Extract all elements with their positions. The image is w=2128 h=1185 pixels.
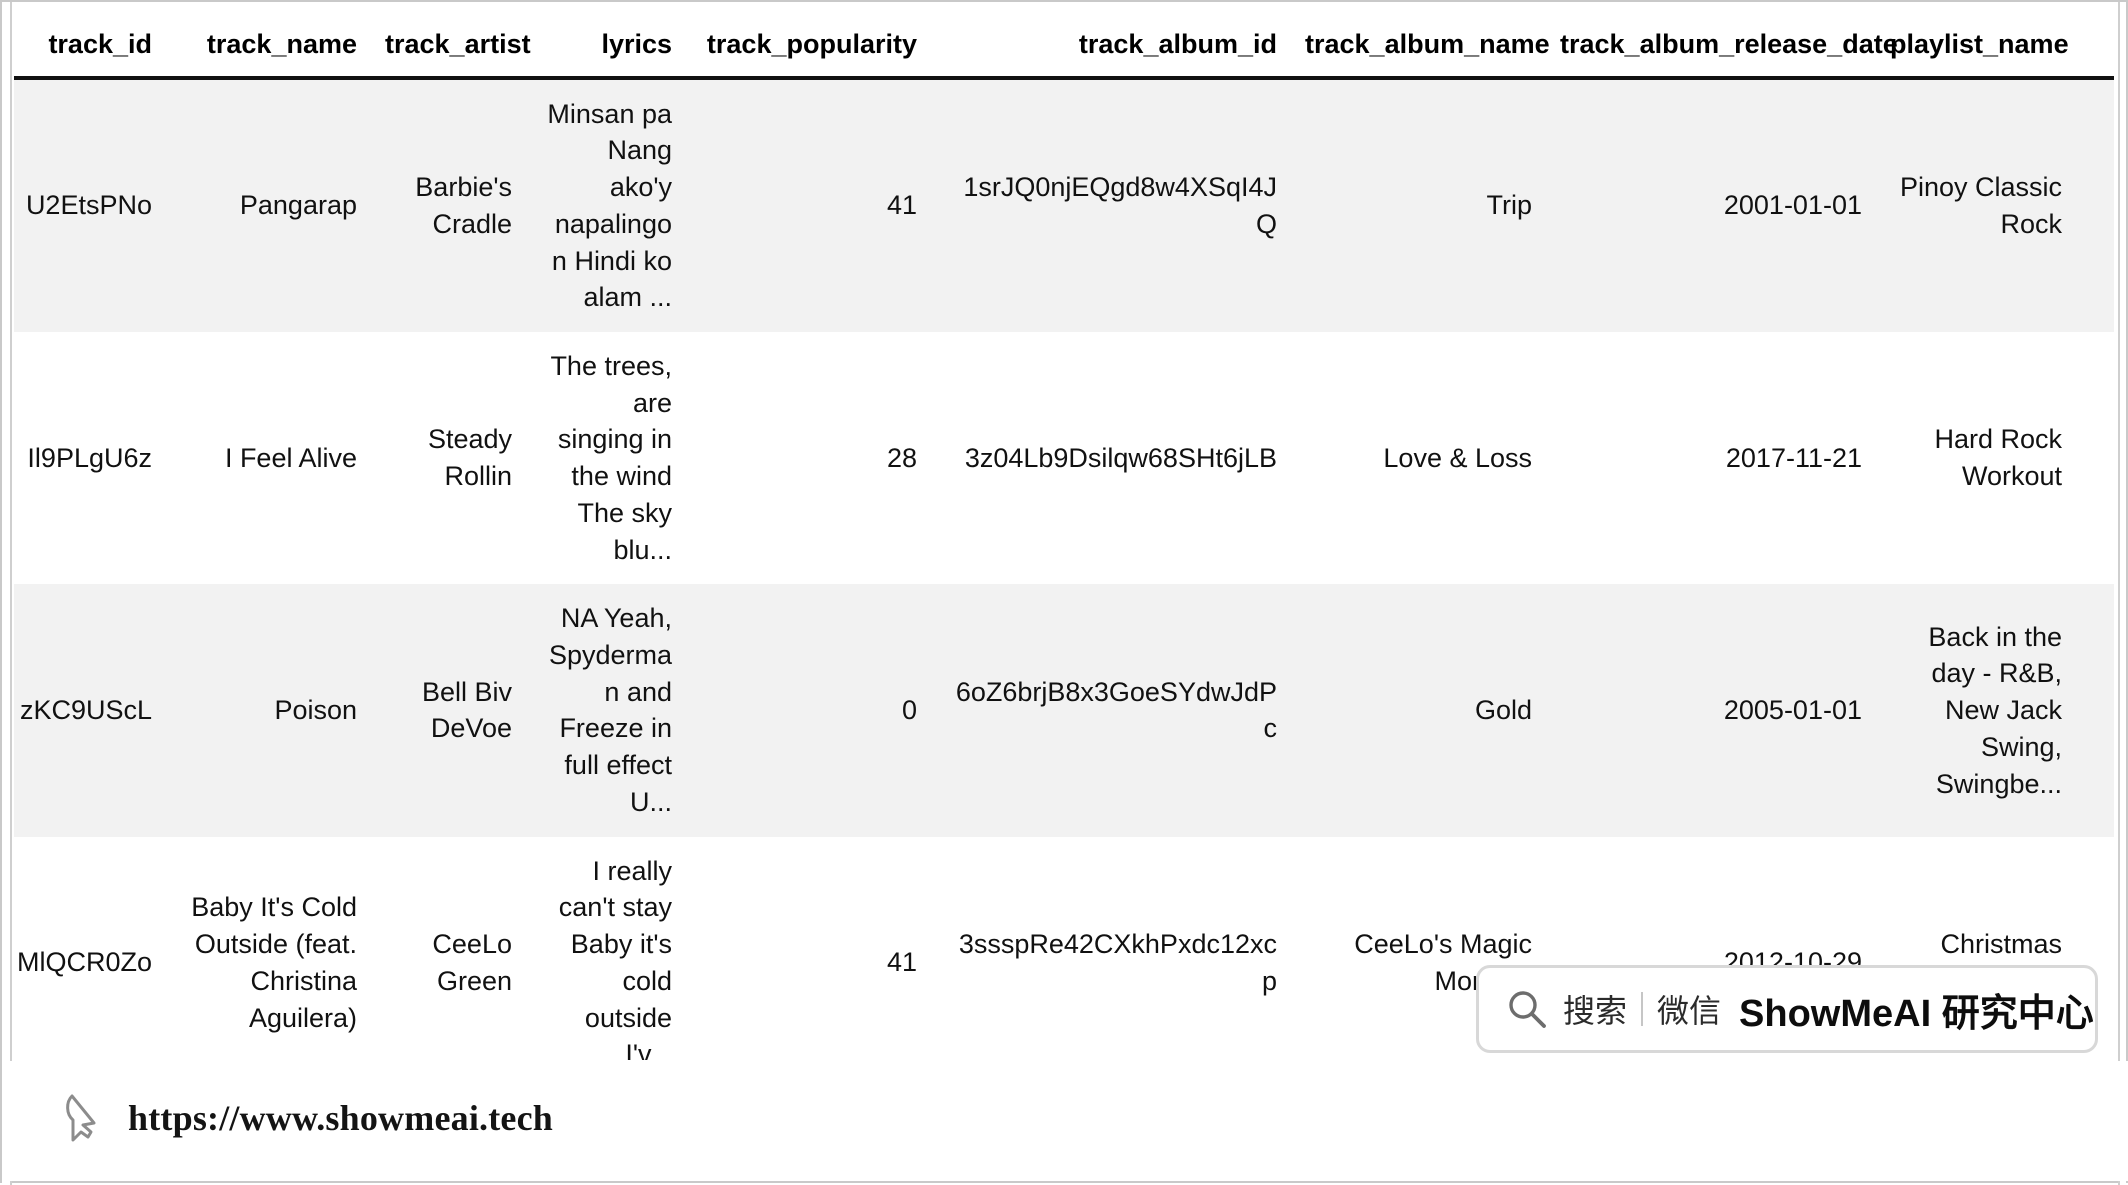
cell-track-id: zKC9UScL xyxy=(14,584,166,837)
pill-divider xyxy=(1641,992,1644,1026)
column-header-lyrics[interactable]: lyrics xyxy=(526,30,686,80)
search-pill[interactable]: 搜索 微信 ShowMeAI 研究中心 xyxy=(1476,965,2098,1053)
cell-track-popularity: 41 xyxy=(686,77,931,332)
dataframe-viewport[interactable]: track_id track_name track_artist lyrics … xyxy=(14,30,2114,1060)
cell-track-album-release-date: 2017-11-21 xyxy=(1546,332,1876,585)
cell-track-popularity: 41 xyxy=(686,836,931,1060)
cell-track-popularity: 0 xyxy=(686,584,931,837)
column-header-track-album-release-date[interactable]: track_album_release_date xyxy=(1546,30,1898,80)
cell-track-album-name: Love & Loss xyxy=(1291,332,1546,585)
column-header-playlist-name[interactable]: playlist_name xyxy=(1876,30,2076,80)
cell-track-name: Poison xyxy=(166,584,371,837)
cell-track-album-id: 1srJQ0njEQgd8w4XSqI4JQ xyxy=(931,77,1291,332)
cell-track-name: Pangarap xyxy=(166,77,371,332)
cell-track-name: Baby It's Cold Outside (feat. Christina … xyxy=(166,836,371,1060)
search-icon xyxy=(1505,987,1549,1031)
table-row[interactable]: U2EtsPNo Pangarap Barbie's Cradle Minsan… xyxy=(14,77,2114,332)
column-header-track-id[interactable]: track_id xyxy=(14,30,166,80)
page-right-edge xyxy=(2118,2,2126,1185)
pill-brand-name: ShowMeAI 研究中心 xyxy=(1739,992,2094,1035)
cell-track-artist: Barbie's Cradle xyxy=(371,77,526,332)
page-left-edge xyxy=(2,2,12,1185)
page-frame: track_id track_name track_artist lyrics … xyxy=(0,0,2128,1185)
search-label: 搜索 xyxy=(1563,993,1628,1029)
cell-lyrics: Minsan pa Nang ako'y napalingon Hindi ko… xyxy=(526,77,686,332)
cursor-icon xyxy=(64,1092,110,1144)
cell-playlist-name: Hard Rock Workout xyxy=(1876,332,2076,585)
column-header-track-artist[interactable]: track_artist xyxy=(371,30,531,80)
cell-playlist-id: 37i9dQZF1 xyxy=(2076,77,2114,332)
header-row: track_id track_name track_artist lyrics … xyxy=(14,30,2114,80)
brand-watermark: https://www.showmeai.tech xyxy=(64,1092,553,1144)
column-header-track-album-name[interactable]: track_album_name xyxy=(1291,30,1550,80)
brand-url[interactable]: https://www.showmeai.tech xyxy=(128,1097,553,1139)
cell-track-album-release-date: 2005-01-01 xyxy=(1546,584,1876,837)
cell-playlist-name: Back in the day - R&B, New Jack Swing, S… xyxy=(1876,584,2076,837)
column-header-track-album-id[interactable]: track_album_id xyxy=(931,30,1291,80)
table-body: U2EtsPNo Pangarap Barbie's Cradle Minsan… xyxy=(14,77,2114,1060)
cell-track-album-name: Trip xyxy=(1291,77,1546,332)
cell-playlist-id: 3a9y4eeC xyxy=(2076,584,2114,837)
cell-track-album-release-date: 2001-01-01 xyxy=(1546,77,1876,332)
cell-track-album-id: 3z04Lb9Dsilqw68SHt6jLB xyxy=(931,332,1291,585)
cell-lyrics: I really can't stay Baby it's cold outsi… xyxy=(526,836,686,1060)
cell-track-album-id: 6oZ6brjB8x3GoeSYdwJdPc xyxy=(931,584,1291,837)
cell-lyrics: The trees, are singing in the wind The s… xyxy=(526,332,686,585)
cell-track-id: Il9PLgU6z xyxy=(14,332,166,585)
column-header-playlist-id[interactable] xyxy=(2076,30,2114,80)
cell-track-album-id: 3ssspRe42CXkhPxdc12xcp xyxy=(931,836,1291,1060)
cell-track-popularity: 28 xyxy=(686,332,931,585)
cell-track-album-name: Gold xyxy=(1291,584,1546,837)
table-row[interactable]: zKC9UScL Poison Bell Biv DeVoe NA Yeah, … xyxy=(14,584,2114,837)
column-header-track-name[interactable]: track_name xyxy=(166,30,371,80)
cell-playlist-id: 3YouF0 xyxy=(2076,332,2114,585)
cell-playlist-name: Pinoy Classic Rock xyxy=(1876,77,2076,332)
cell-track-id: MlQCR0Zo xyxy=(14,836,166,1060)
wechat-label: 微信 xyxy=(1657,993,1722,1029)
table-row[interactable]: Il9PLgU6z I Feel Alive Steady Rollin The… xyxy=(14,332,2114,585)
cell-track-artist: Steady Rollin xyxy=(371,332,526,585)
cell-track-artist: Bell Biv DeVoe xyxy=(371,584,526,837)
cell-track-id: U2EtsPNo xyxy=(14,77,166,332)
cell-track-artist: CeeLo Green xyxy=(371,836,526,1060)
cell-track-name: I Feel Alive xyxy=(166,332,371,585)
column-header-track-popularity[interactable]: track_popularity xyxy=(686,30,931,80)
table-header: track_id track_name track_artist lyrics … xyxy=(14,30,2114,80)
dataframe-table: track_id track_name track_artist lyrics … xyxy=(14,30,2114,1060)
cell-lyrics: NA Yeah, Spyderman and Freeze in full ef… xyxy=(526,584,686,837)
